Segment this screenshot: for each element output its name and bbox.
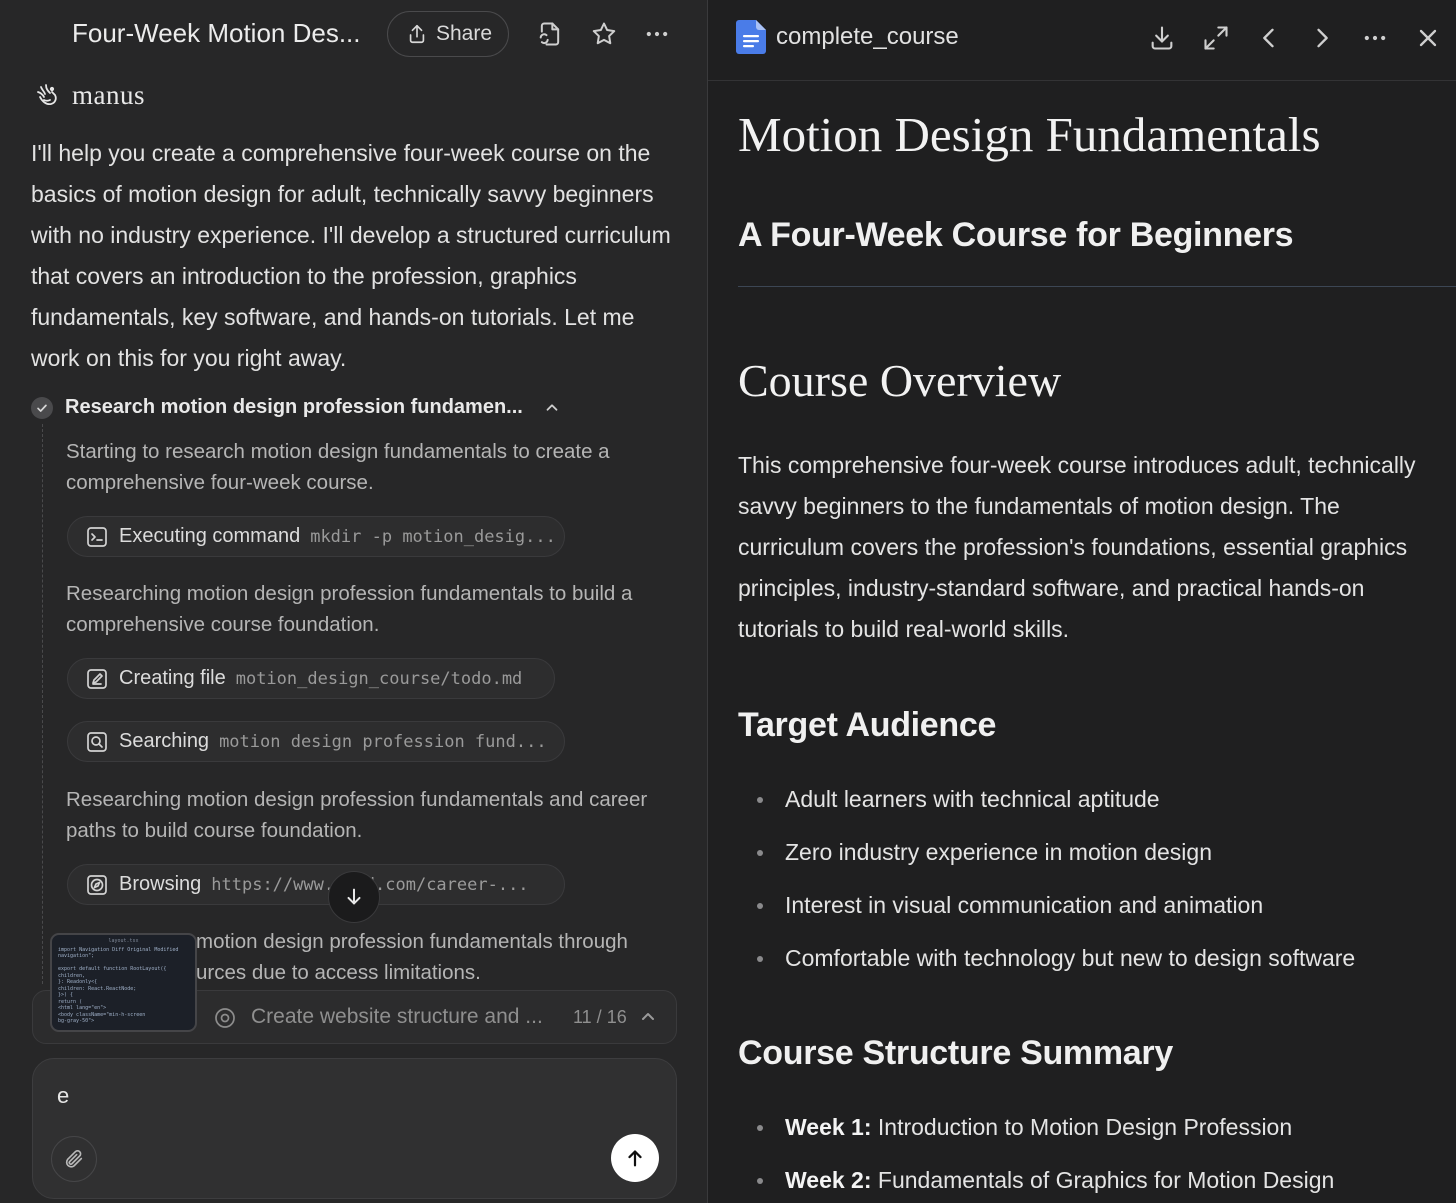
expand-icon[interactable]: [1202, 24, 1230, 52]
edit-file-icon: [85, 667, 109, 691]
tool-pill-label: Browsing: [119, 873, 202, 895]
tool-pill-label: Executing command: [119, 525, 301, 547]
week-topic: Introduction to Motion Design Profession: [871, 1114, 1293, 1140]
send-button[interactable]: [611, 1134, 659, 1182]
step-note: Starting to research motion design funda…: [66, 440, 610, 494]
step-note: Researching motion design profession fun…: [66, 582, 633, 636]
chat-panel: Four-Week Motion Des... Share manus I'll…: [0, 0, 707, 1203]
step-header[interactable]: Research motion design profession fundam…: [31, 396, 591, 419]
chevron-left-icon[interactable]: [1255, 24, 1283, 52]
tool-pill-search[interactable]: Searching motion design profession fund.…: [67, 721, 565, 762]
audience-list: Adult learners with technical aptitude Z…: [738, 784, 1450, 996]
document-subtitle: A Four-Week Course for Beginners: [738, 216, 1294, 254]
tool-pill-detail: motion design profession fund...: [219, 731, 547, 752]
audience-heading: Target Audience: [738, 706, 997, 744]
share-button[interactable]: Share: [387, 11, 509, 57]
list-item: Week 1: Introduction to Motion Design Pr…: [738, 1112, 1450, 1165]
week-topic: Fundamentals of Graphics for Motion Desi…: [871, 1167, 1335, 1193]
chat-header: Four-Week Motion Des... Share: [0, 0, 707, 70]
document-file-icon: [736, 20, 766, 54]
brand: manus: [32, 80, 145, 111]
thumbnail-title: layout.tsx: [108, 938, 139, 944]
search-icon: [85, 730, 109, 754]
download-icon[interactable]: [1148, 24, 1176, 52]
divider: [738, 286, 1456, 287]
step-note: motion design profession fundamentals th…: [196, 930, 628, 984]
brand-name: manus: [72, 80, 145, 110]
code-line: bg-gray-50">: [58, 1018, 95, 1024]
check-icon: [31, 396, 53, 419]
chevron-up-icon[interactable]: [638, 1007, 658, 1027]
week-label: Week 1:: [785, 1114, 872, 1140]
share-icon: [409, 24, 425, 44]
manus-logo-icon: [37, 83, 57, 105]
task-title: Four-Week Motion Des...: [72, 18, 361, 48]
message-input-box[interactable]: e: [32, 1058, 677, 1199]
overview-paragraph: This comprehensive four-week course intr…: [738, 452, 1416, 642]
structure-heading: Course Structure Summary: [738, 1034, 1173, 1072]
overview-heading: Course Overview: [738, 355, 1062, 406]
tool-pill-detail: motion_design_course/todo.md: [235, 668, 523, 689]
current-task-label: Create website structure and ...: [251, 1005, 543, 1028]
close-icon[interactable]: [1414, 24, 1442, 52]
more-options-icon[interactable]: [643, 20, 671, 48]
terminal-icon: [85, 525, 109, 549]
structure-list: Week 1: Introduction to Motion Design Pr…: [738, 1112, 1450, 1203]
computer-preview-thumbnail[interactable]: layout.tsx import Navigation Diff Origin…: [50, 933, 197, 1032]
week-label: Week 2:: [785, 1167, 872, 1193]
chevron-up-icon[interactable]: [543, 399, 561, 417]
assistant-message: I'll help you create a comprehensive fou…: [31, 140, 671, 371]
document-filename: complete_course: [776, 23, 959, 50]
arrow-down-icon: [347, 888, 361, 905]
file-sync-icon[interactable]: [536, 20, 564, 48]
more-options-icon[interactable]: [1361, 24, 1389, 52]
document-viewer: complete_course Motion Design Fundamenta…: [707, 0, 1456, 1203]
arrow-up-icon: [628, 1150, 642, 1167]
message-input[interactable]: e: [57, 1083, 69, 1109]
step-timeline-line: [42, 424, 43, 984]
step-title: Research motion design profession fundam…: [65, 396, 523, 418]
tool-pill-label: Searching: [119, 730, 210, 752]
list-item: Interest in visual communication and ani…: [738, 890, 1450, 943]
star-icon[interactable]: [590, 20, 618, 48]
viewer-header: complete_course: [708, 0, 1456, 81]
pending-circle-icon: [215, 1008, 235, 1028]
list-item: Zero industry experience in motion desig…: [738, 837, 1450, 890]
tool-pill-browse[interactable]: Browsing https://www. eed.com/career-...: [67, 864, 565, 905]
document-title: Motion Design Fundamentals: [738, 107, 1321, 162]
share-label: Share: [436, 22, 493, 45]
scroll-to-bottom-button[interactable]: [328, 871, 380, 923]
compass-icon: [85, 873, 109, 897]
paperclip-icon: [65, 1149, 83, 1168]
chevron-right-icon[interactable]: [1308, 24, 1336, 52]
tool-pill-detail: mkdir -p motion_desig...: [310, 526, 556, 547]
list-item: Comfortable with technology but new to d…: [738, 943, 1450, 996]
list-item: Adult learners with technical aptitude: [738, 784, 1450, 837]
step-note: Researching motion design profession fun…: [66, 788, 648, 842]
progress-count: 11 / 16: [573, 1007, 627, 1027]
tool-pill-command[interactable]: Executing command mkdir -p motion_desig.…: [67, 516, 565, 557]
attach-button[interactable]: [51, 1136, 97, 1182]
tool-pill-create-file[interactable]: Creating file motion_design_course/todo.…: [67, 658, 555, 699]
list-item: Week 2: Fundamentals of Graphics for Mot…: [738, 1165, 1450, 1203]
tool-pill-label: Creating file: [119, 667, 226, 689]
